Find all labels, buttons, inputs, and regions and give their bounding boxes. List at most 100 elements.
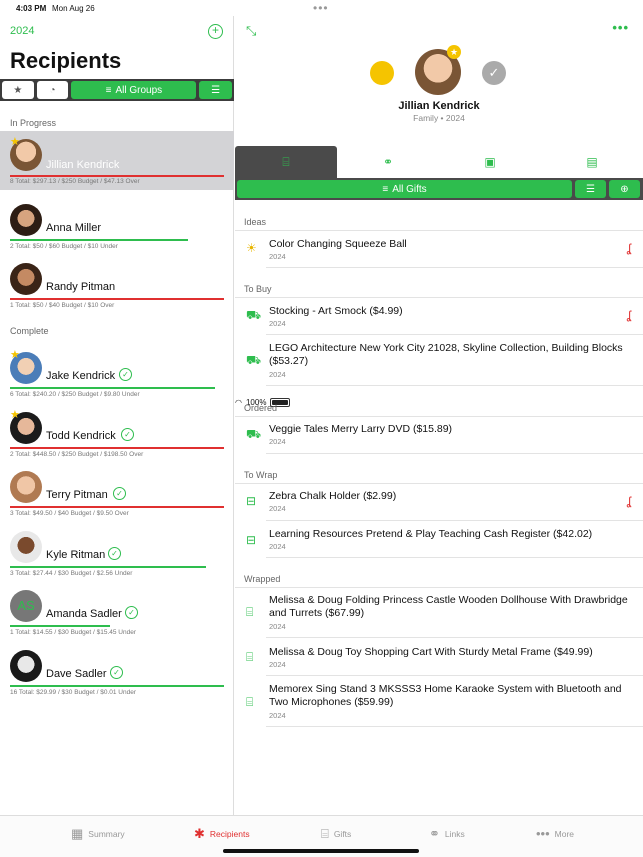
complete-check-icon: ✓ (113, 487, 126, 500)
gift-row[interactable]: ⛟ LEGO Architecture New York City 21028,… (235, 335, 643, 386)
year-selector[interactable]: 2024 (10, 25, 34, 37)
recipients-panel: 2024 + Recipients ★ ◔ ≡ All Groups ☰ In … (0, 16, 234, 815)
tab-links[interactable]: ⚭ (337, 146, 439, 178)
status-time: 4:03 PM (16, 4, 47, 13)
box-icon: ⊟ (246, 494, 257, 508)
stocking-icon: ʆ (626, 494, 631, 508)
divider (266, 453, 643, 454)
gift-row[interactable]: ⛟ Stocking - Art Smock ($4.99) 2024 ʆ (235, 297, 643, 335)
box-icon: ⊟ (246, 533, 257, 547)
add-gift-button[interactable]: ⊕ (609, 180, 640, 198)
avatar (10, 650, 42, 682)
status-filter-button[interactable]: ◔ (36, 81, 69, 99)
divider (266, 557, 643, 558)
groups-filter-button[interactable]: ≡ All Groups (71, 81, 197, 99)
gift-row[interactable]: ⛟ Veggie Tales Merry Larry DVD ($15.89) … (235, 416, 643, 454)
complete-check-icon: ✓ (108, 547, 121, 560)
filter-lines-icon: ≡ (105, 84, 112, 96)
stocking-icon: ʆ (626, 241, 631, 255)
recipient-budget-info: 8 Total: $297.13 / $250 Budget / $47.13 … (10, 178, 140, 185)
tab-links-main[interactable]: ⚭ Links (429, 826, 465, 842)
gift-title: Color Changing Squeeze Ball (269, 238, 407, 250)
avatar (10, 471, 42, 503)
lightbulb-icon: ☀ (246, 241, 257, 255)
recipient-name: Jillian Kendrick (46, 159, 120, 171)
gifts-filter-button[interactable]: ≡ All Gifts (237, 180, 572, 198)
previous-recipient-avatar[interactable] (370, 61, 394, 85)
sliders-icon: ☰ (586, 183, 595, 195)
gift-title: Memorex Sing Stand 3 MKSSS3 Home Karaoke… (269, 683, 622, 708)
gift-title: Stocking - Art Smock ($4.99) (269, 305, 403, 317)
favorite-star-icon[interactable]: ★ (447, 45, 461, 59)
gift-row[interactable]: ⌸ Melissa & Doug Toy Shopping Cart With … (235, 638, 643, 676)
recipient-row[interactable]: Randy Pitman 1 Total: $50 / $40 Budget /… (0, 255, 234, 314)
detail-tabs: ⌸ ⚭ ▣ ▤ (235, 146, 643, 178)
add-recipient-button[interactable]: + (208, 24, 223, 39)
gift-row[interactable]: ⊟ Learning Resources Pretend & Play Teac… (235, 521, 643, 558)
gift-title: Melissa & Doug Toy Shopping Cart With St… (269, 646, 593, 658)
gift-sort-button[interactable]: ☰ (575, 180, 606, 198)
card-icon: ▣ (484, 155, 496, 169)
gift-year: 2024 (269, 660, 286, 669)
status-bar: 4:03 PM Mon Aug 26 ••• ◠ 100% (0, 0, 643, 407)
recipient-row[interactable]: Kyle Ritman ✓ 3 Total: $27.44 / $30 Budg… (0, 523, 234, 582)
gift-year: 2024 (269, 319, 286, 328)
gift-icon: ⌸ (246, 650, 254, 664)
truck-icon: ⛟ (246, 427, 262, 441)
tab-gifts-label: Gifts (333, 829, 352, 839)
calendar-icon: ▦ (71, 826, 84, 841)
expand-icon[interactable]: ⤡ (246, 23, 256, 39)
sliders-icon: ☰ (211, 84, 221, 96)
budget-bar (10, 175, 224, 177)
person-search-icon: ◔ (49, 84, 56, 96)
tab-details[interactable]: ▣ (439, 146, 541, 178)
gift-row[interactable]: ⌸ Memorex Sing Stand 3 MKSSS3 Home Karao… (235, 676, 643, 727)
complete-toggle-icon[interactable]: ✓ (482, 61, 506, 85)
divider (266, 267, 643, 268)
recipient-budget-info: 2 Total: $50 / $60 Budget / $10 Under (10, 243, 118, 250)
tab-recipients[interactable]: ✱ Recipients (194, 826, 250, 842)
gift-row[interactable]: ☀ Color Changing Squeeze Ball 2024 ʆ (235, 230, 643, 268)
recipient-row[interactable]: ★ Jake Kendrick ✓ 6 Total: $240.20 / $25… (0, 344, 234, 403)
recipient-name: Randy Pitman (46, 281, 116, 293)
recipient-budget-info: 1 Total: $50 / $40 Budget / $10 Over (10, 302, 115, 309)
recipient-row[interactable]: AS Amanda Sadler ✓ 1 Total: $14.55 / $30… (0, 582, 234, 641)
recipient-row[interactable]: ★ Jillian Kendrick 8 Total: $297.13 / $2… (0, 131, 234, 190)
tab-gifts-main[interactable]: ⌸ Gifts (321, 826, 351, 842)
tab-more[interactable]: ••• More (536, 826, 574, 841)
plus-circle-icon: ⊕ (620, 183, 629, 195)
budget-bar (10, 625, 110, 627)
tab-summary[interactable]: ▦ Summary (71, 826, 125, 842)
gift-row[interactable]: ⊟ Zebra Chalk Holder ($2.99) 2024 ʆ (235, 483, 643, 521)
gift-title: Melissa & Doug Folding Princess Castle W… (269, 594, 628, 619)
tab-summary-label: Summary (88, 829, 125, 839)
tab-notes[interactable]: ▤ (541, 146, 643, 178)
tab-gifts[interactable]: ⌸ (235, 146, 337, 178)
recipient-row[interactable]: Dave Sadler ✓ 16 Total: $29.99 / $30 Bud… (0, 642, 234, 701)
favorite-star-icon: ★ (10, 136, 20, 148)
gift-row[interactable]: ⌸ Melissa & Doug Folding Princess Castle… (235, 587, 643, 638)
recipient-row[interactable]: Anna Miller 2 Total: $50 / $60 Budget / … (0, 196, 234, 255)
gift-icon: ⌸ (246, 695, 254, 709)
recipient-name: Amanda Sadler (46, 608, 122, 620)
recipient-name: Terry Pitman (46, 489, 108, 501)
sort-options-button[interactable]: ☰ (199, 81, 233, 99)
gift-year: 2024 (269, 252, 286, 261)
recipient-row[interactable]: Terry Pitman ✓ 3 Total: $49.50 / $40 Bud… (0, 463, 234, 522)
status-date: Mon Aug 26 (52, 4, 95, 13)
more-options-icon[interactable]: ••• (612, 20, 629, 35)
recipient-row[interactable]: ★ Todd Kendrick ✓ 2 Total: $448.50 / $25… (0, 404, 234, 463)
recipient-budget-info: 1 Total: $14.55 / $30 Budget / $15.45 Un… (10, 629, 137, 636)
avatar-initials: AS (10, 590, 42, 622)
stocking-icon: ʆ (626, 308, 631, 322)
recipient-name: Dave Sadler (46, 668, 107, 680)
filter-lines-icon: ≡ (382, 183, 389, 195)
person-icon: ✱ (194, 826, 205, 841)
gift-title: Veggie Tales Merry Larry DVD ($15.89) (269, 423, 453, 435)
divider (266, 726, 643, 727)
budget-bar (10, 239, 188, 241)
divider (266, 385, 643, 386)
gift-icon: ⌸ (321, 826, 329, 841)
recipient-detail-panel: ⤡ ••• ★ ✓ Jillian Kendrick Family • 2024… (235, 16, 643, 815)
favorites-filter-button[interactable]: ★ (2, 81, 34, 99)
